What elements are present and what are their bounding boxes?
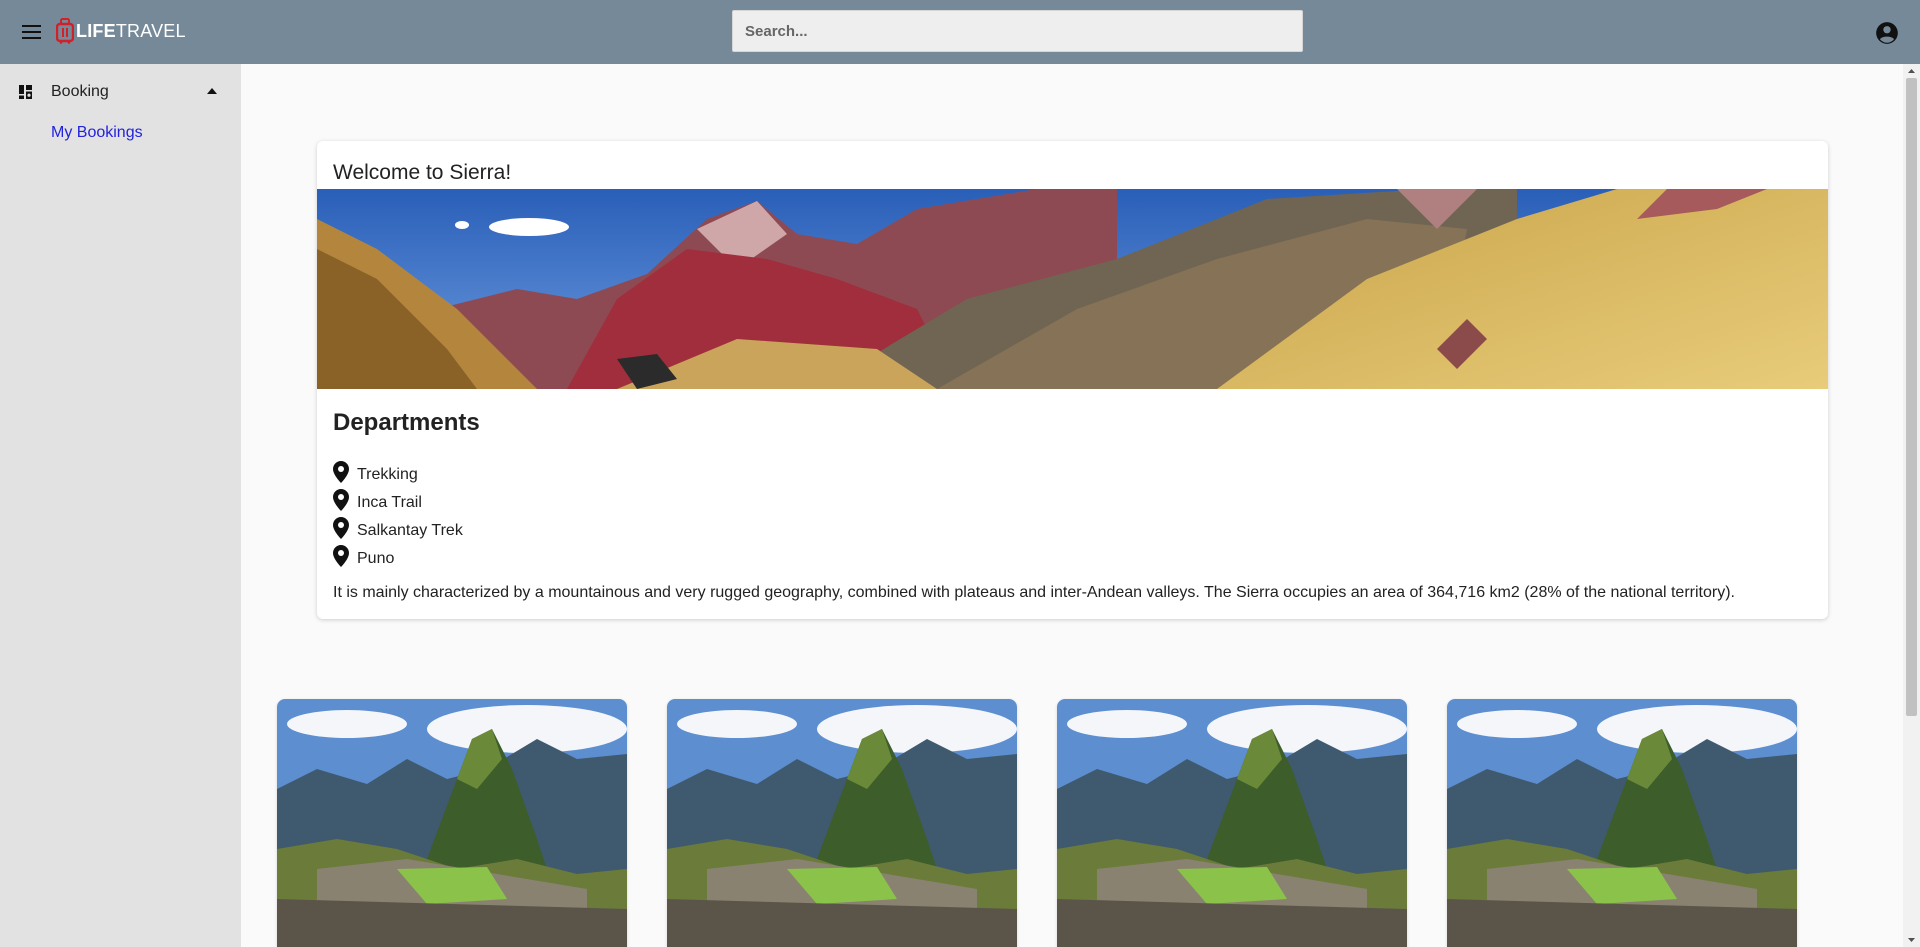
department-label: Salkantay Trek (357, 522, 463, 539)
department-label: Trekking (357, 466, 418, 483)
machu-picchu-image (667, 699, 1017, 947)
menu-button[interactable] (18, 18, 46, 46)
brand-name: LIFETRAVEL (76, 20, 186, 41)
sidebar-item-my-bookings[interactable]: My Bookings (51, 124, 143, 142)
location-pin-icon (333, 517, 349, 539)
vertical-scrollbar[interactable] (1903, 64, 1920, 947)
account-circle-icon[interactable] (1874, 20, 1900, 46)
suitcase-logo-icon (56, 18, 74, 44)
sierra-description: It is mainly characterized by a mountain… (333, 584, 1735, 601)
machu-picchu-image (277, 699, 627, 947)
department-label: Inca Trail (357, 494, 422, 511)
departments-list: Trekking Inca Trail Salkantay Trek Puno (333, 459, 463, 571)
location-pin-icon (333, 489, 349, 511)
sidebar-group-label: Booking (51, 83, 109, 100)
search-bar[interactable] (732, 10, 1303, 52)
list-item: Puno (333, 543, 463, 571)
location-pin-icon (333, 545, 349, 567)
booking-icon (19, 85, 32, 99)
search-input[interactable] (745, 22, 1290, 40)
machu-picchu-card[interactable] (1447, 699, 1797, 947)
welcome-title: Welcome to Sierra! (333, 161, 512, 184)
scroll-up-arrow-icon[interactable] (1903, 64, 1920, 78)
machu-picchu-card[interactable] (277, 699, 627, 947)
list-item: Inca Trail (333, 487, 463, 515)
department-label: Puno (357, 550, 395, 567)
machu-picchu-card[interactable] (667, 699, 1017, 947)
scrollbar-thumb[interactable] (1906, 78, 1917, 716)
location-pin-icon (333, 461, 349, 483)
machu-picchu-image (1057, 699, 1407, 947)
welcome-card: Welcome to Sierra! Departments Trekking … (317, 141, 1828, 619)
sidebar: Booking My Bookings (0, 64, 241, 947)
caret-up-icon (207, 88, 217, 94)
scroll-down-arrow-icon[interactable] (1903, 933, 1920, 947)
list-item: Salkantay Trek (333, 515, 463, 543)
list-item: Trekking (333, 459, 463, 487)
andes-mountains-banner-image (317, 189, 1828, 389)
hamburger-menu-icon (22, 25, 41, 39)
departments-heading: Departments (333, 409, 480, 436)
machu-picchu-image (1447, 699, 1797, 947)
app-bar: LIFETRAVEL (0, 0, 1920, 64)
brand-logo[interactable]: LIFETRAVEL (56, 18, 186, 44)
sidebar-group-booking[interactable]: Booking (0, 72, 241, 112)
machu-picchu-card[interactable] (1057, 699, 1407, 947)
